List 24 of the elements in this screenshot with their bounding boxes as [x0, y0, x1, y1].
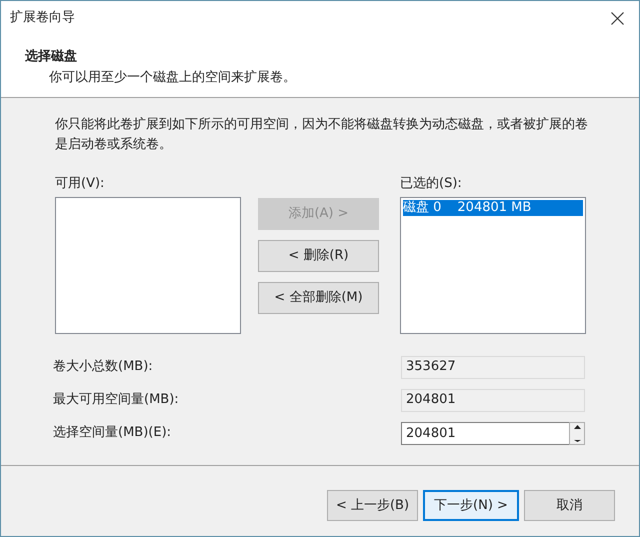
- description-text: 你只能将此卷扩展到如下所示的可用空间，因为不能将磁盘转换为动态磁盘，或者被扩展的卷是启动卷或系统卷。: [55, 116, 589, 154]
- wizard-button[interactable]: 下一步(N) >: [423, 490, 519, 521]
- field-label: 最大可用空间量(MB):: [53, 391, 179, 410]
- list-label: 可用(V):: [55, 175, 106, 193]
- amount-field[interactable]: 204801: [401, 422, 569, 444]
- up-arrow-icon: [574, 424, 580, 428]
- field-label: 选择空间量(MB)(E):: [53, 424, 172, 442]
- spin-buttons[interactable]: [569, 422, 585, 444]
- field-label: 卷大小总数(MB):: [53, 358, 153, 376]
- page-title: 选择磁盘: [25, 48, 78, 66]
- list-label: 已选的(S):: [400, 175, 463, 193]
- readonly-field: 353627: [401, 356, 585, 378]
- wizard-button[interactable]: 取消: [524, 490, 615, 521]
- readonly-field: 204801: [401, 388, 585, 412]
- available-list[interactable]: [55, 196, 241, 334]
- down-arrow-icon: [574, 440, 580, 442]
- move-button[interactable]: < 删除(R): [258, 240, 379, 272]
- list-item[interactable]: 磁盘 0 204801 MB: [403, 200, 583, 216]
- page-subtitle: 你可以用至少一个磁盘上的空间来扩展卷。: [48, 68, 297, 86]
- window-title: 扩展卷向导: [10, 9, 75, 28]
- close-icon: [610, 12, 624, 24]
- selected-list[interactable]: 磁盘 0 204801 MB: [400, 196, 586, 334]
- move-button[interactable]: < 全部删除(M): [258, 282, 379, 314]
- wizard-button[interactable]: < 上一步(B): [327, 490, 418, 521]
